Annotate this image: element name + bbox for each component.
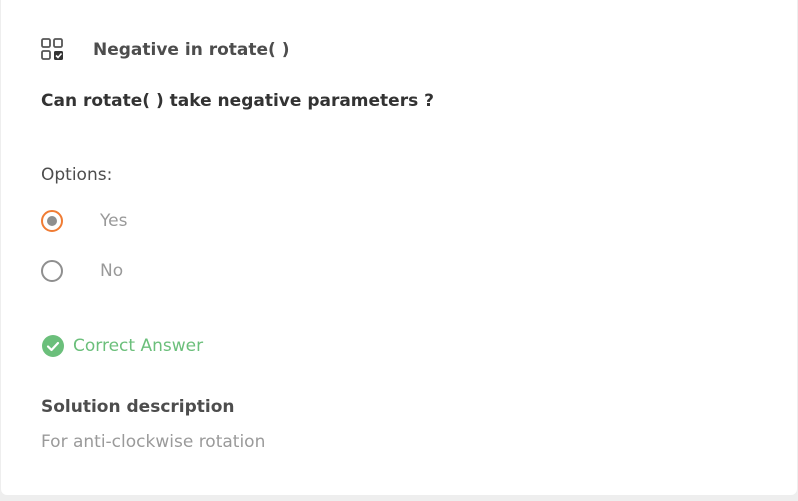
option-yes[interactable]: Yes bbox=[41, 209, 127, 233]
question-text: Can rotate( ) take negative parameters ? bbox=[41, 91, 434, 111]
option-label-yes: Yes bbox=[100, 211, 128, 231]
solution-heading: Solution description bbox=[41, 397, 235, 417]
option-label-no: No bbox=[100, 261, 124, 281]
quiz-grid-check-icon bbox=[41, 38, 65, 62]
option-no[interactable]: No bbox=[41, 259, 123, 283]
check-circle-icon bbox=[41, 334, 65, 358]
quiz-header: Negative in rotate( ) bbox=[41, 38, 290, 62]
radio-yes[interactable] bbox=[41, 210, 63, 232]
correct-answer-indicator: Correct Answer bbox=[41, 334, 203, 358]
radio-no[interactable] bbox=[41, 260, 63, 282]
radio-dot bbox=[47, 216, 57, 226]
correct-answer-label: Correct Answer bbox=[73, 336, 204, 356]
solution-text: For anti-clockwise rotation bbox=[41, 432, 266, 452]
quiz-card: Negative in rotate( ) Can rotate( ) take… bbox=[1, 0, 797, 495]
options-label: Options: bbox=[41, 165, 113, 185]
quiz-title: Negative in rotate( ) bbox=[93, 40, 290, 60]
